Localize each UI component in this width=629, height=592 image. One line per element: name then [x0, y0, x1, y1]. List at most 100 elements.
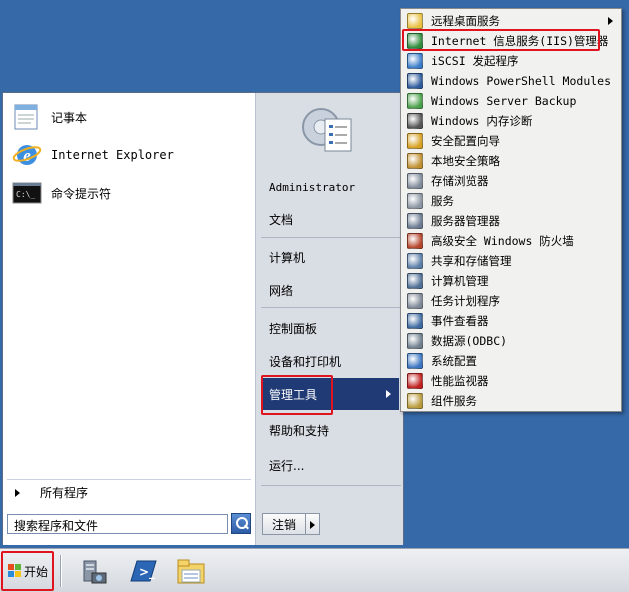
- submenu-item[interactable]: 组件服务: [403, 391, 619, 411]
- odbc-icon: [407, 333, 423, 349]
- search-placeholder: 搜索程序和文件: [14, 519, 99, 533]
- start-menu-left-pane: 记事本 e Internet Explorer C:\_ 命令提示符 所有程序 …: [3, 93, 255, 545]
- right-item-label: 网络: [269, 283, 294, 298]
- submenu-item-label: 存储浏览器: [431, 174, 489, 188]
- submenu-item-label: 事件查看器: [431, 314, 489, 328]
- pinned-item-command-prompt[interactable]: C:\_ 命令提示符: [11, 177, 251, 209]
- divider: [261, 485, 401, 486]
- submenu-item[interactable]: Windows Server Backup: [403, 91, 619, 111]
- logoff-button[interactable]: 注销: [262, 513, 306, 535]
- iscsi-icon: [407, 53, 423, 69]
- right-item-run[interactable]: 运行...: [263, 449, 399, 481]
- submenu-item-label: 系统配置: [431, 354, 477, 368]
- submenu-item[interactable]: 数据源(ODBC): [403, 331, 619, 351]
- computer-management-icon: [407, 273, 423, 289]
- storage-icon: [407, 173, 423, 189]
- submenu-item[interactable]: 事件查看器: [403, 311, 619, 331]
- submenu-item[interactable]: 高级安全 Windows 防火墙: [403, 231, 619, 251]
- submenu-item[interactable]: 安全配置向导: [403, 131, 619, 151]
- search-input[interactable]: 搜索程序和文件: [7, 514, 228, 534]
- server-manager-taskbar-icon[interactable]: [76, 555, 110, 587]
- submenu-item[interactable]: 任务计划程序: [403, 291, 619, 311]
- submenu-item-label: 组件服务: [431, 394, 477, 408]
- submenu-item[interactable]: iSCSI 发起程序: [403, 51, 619, 71]
- all-programs-label: 所有程序: [40, 486, 89, 500]
- start-menu: 记事本 e Internet Explorer C:\_ 命令提示符 所有程序 …: [2, 92, 404, 545]
- cmd-icon: C:\_: [11, 179, 43, 207]
- submenu-item-label: Windows 内存诊断: [431, 114, 533, 128]
- right-item-label: 计算机: [269, 250, 306, 265]
- submenu-item-label: 共享和存储管理: [431, 254, 512, 268]
- submenu-item[interactable]: 共享和存储管理: [403, 251, 619, 271]
- submenu-arrow-icon: [608, 17, 613, 25]
- submenu-item[interactable]: Windows 内存诊断: [403, 111, 619, 131]
- svg-text:C:\_: C:\_: [16, 190, 35, 199]
- highlight-box: [261, 375, 333, 415]
- security-wizard-icon: [407, 133, 423, 149]
- submenu-item[interactable]: 计算机管理: [403, 271, 619, 291]
- right-item-label: 文档: [269, 212, 294, 227]
- pinned-item-label: Internet Explorer: [51, 148, 174, 162]
- event-viewer-icon: [407, 313, 423, 329]
- powershell-icon: [407, 73, 423, 89]
- divider: [261, 307, 401, 308]
- search-icon[interactable]: [231, 513, 251, 534]
- server-manager-icon: [407, 213, 423, 229]
- submenu-item[interactable]: 服务器管理器: [403, 211, 619, 231]
- right-item-label: Administrator: [269, 180, 356, 194]
- powershell-taskbar-icon[interactable]: >_: [126, 555, 160, 587]
- user-picture-icon[interactable]: [295, 97, 359, 163]
- pinned-item-label: 记事本: [51, 110, 88, 125]
- submenu-item-label: 计算机管理: [431, 274, 489, 288]
- submenu-item-label: 安全配置向导: [431, 134, 500, 148]
- submenu-item[interactable]: 远程桌面服务: [403, 11, 619, 31]
- submenu-item[interactable]: 服务: [403, 191, 619, 211]
- local-policy-icon: [407, 153, 423, 169]
- pinned-item-label: 命令提示符: [51, 186, 112, 201]
- right-item-administrator[interactable]: Administrator: [263, 171, 399, 203]
- performance-icon: [407, 373, 423, 389]
- task-scheduler-icon: [407, 293, 423, 309]
- submenu-item-label: 服务: [431, 194, 454, 208]
- right-item-help-support[interactable]: 帮助和支持: [263, 414, 399, 446]
- right-item-control-panel[interactable]: 控制面板: [263, 312, 399, 344]
- divider: [261, 237, 401, 238]
- submenu-item-label: 远程桌面服务: [431, 14, 500, 28]
- pinned-item-internet-explorer[interactable]: e Internet Explorer: [11, 139, 251, 171]
- submenu-item-label: Windows Server Backup: [431, 94, 577, 108]
- right-item-documents[interactable]: 文档: [263, 203, 399, 235]
- submenu-item-label: 性能监视器: [431, 374, 489, 388]
- submenu-item[interactable]: Windows PowerShell Modules: [403, 71, 619, 91]
- svg-text:>_: >_: [139, 565, 155, 580]
- right-item-label: 控制面板: [269, 321, 318, 336]
- folder-icon: [407, 13, 423, 29]
- submenu-item-label: 任务计划程序: [431, 294, 500, 308]
- submenu-arrow-icon: [386, 390, 391, 398]
- submenu-item[interactable]: 存储浏览器: [403, 171, 619, 191]
- highlight-box-iis: [402, 29, 600, 51]
- backup-icon: [407, 93, 423, 109]
- all-programs-button[interactable]: 所有程序: [7, 479, 251, 505]
- taskbar-divider: [60, 555, 62, 587]
- submenu-item[interactable]: 本地安全策略: [403, 151, 619, 171]
- expand-arrow-icon: [15, 488, 20, 497]
- right-item-label: 帮助和支持: [269, 423, 330, 438]
- admin-tools-submenu: 远程桌面服务 Internet 信息服务(IIS)管理器 iSCSI 发起程序 Win…: [400, 8, 622, 412]
- shutdown-options-button[interactable]: [306, 513, 320, 535]
- right-item-network[interactable]: 网络: [263, 274, 399, 306]
- submenu-item-label: 服务器管理器: [431, 214, 500, 228]
- pinned-item-notepad[interactable]: 记事本: [11, 101, 251, 133]
- submenu-item[interactable]: 性能监视器: [403, 371, 619, 391]
- highlight-box-start: [1, 551, 54, 591]
- ie-icon: e: [11, 141, 43, 169]
- firewall-icon: [407, 233, 423, 249]
- system-config-icon: [407, 353, 423, 369]
- explorer-taskbar-icon[interactable]: [174, 555, 208, 587]
- component-services-icon: [407, 393, 423, 409]
- right-item-computer[interactable]: 计算机: [263, 241, 399, 273]
- submenu-item-label: 数据源(ODBC): [431, 334, 508, 348]
- right-item-devices-printers[interactable]: 设备和打印机: [263, 345, 399, 377]
- submenu-item[interactable]: 系统配置: [403, 351, 619, 371]
- right-item-label: 运行...: [269, 458, 305, 473]
- submenu-item-label: Windows PowerShell Modules: [431, 74, 612, 88]
